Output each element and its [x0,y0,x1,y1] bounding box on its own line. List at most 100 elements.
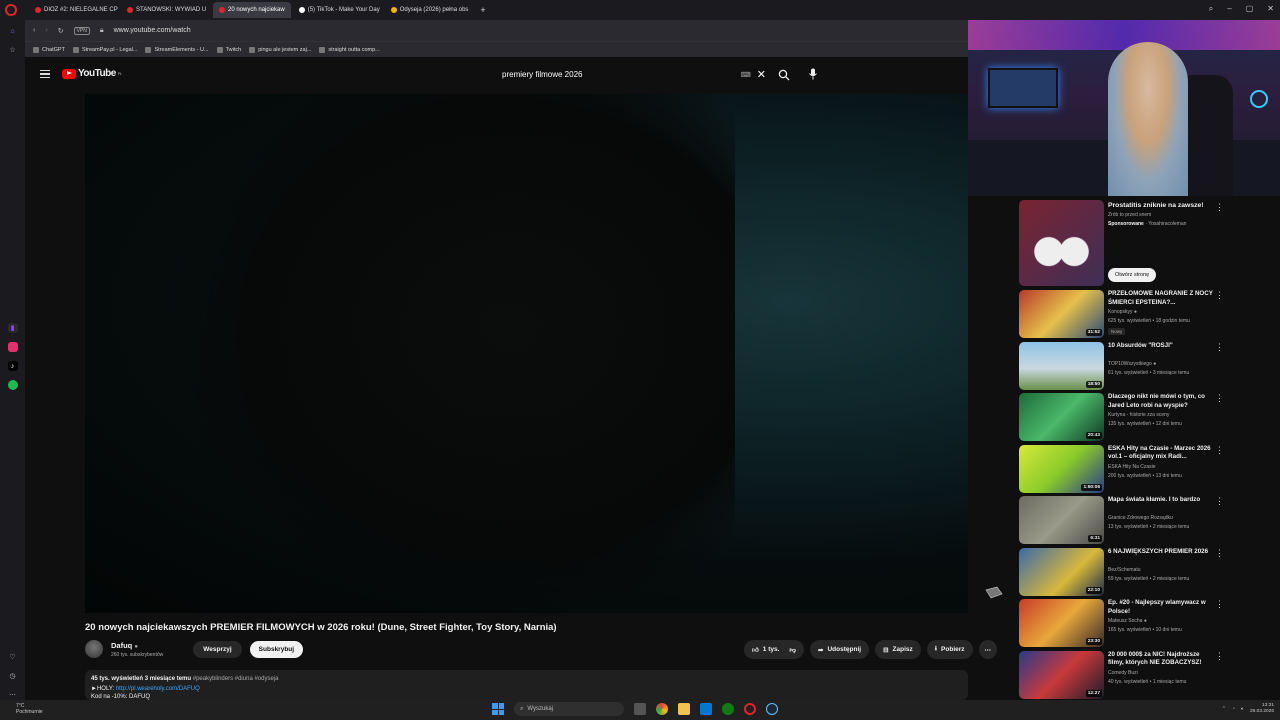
video-thumbnail[interactable]: 1:50:06 [1019,444,1104,493]
recommended-channel[interactable]: Kurtyna - historie zza sceny [1108,411,1182,420]
recommended-video[interactable]: 22:10 6 NAJWIĘKSZYCH PREMIER 2026 Bez/Sche… [1019,546,1229,598]
channel-avatar[interactable] [85,640,103,658]
recommended-title[interactable]: 10 Absurdów "ROSJI" [1108,342,1213,351]
recommended-title[interactable]: 20 000 000$ za NIC! Najdroższe filmy, kt… [1108,651,1213,668]
chrome-icon[interactable] [656,703,668,715]
taskbar-search[interactable]: ⌕ Wyszukaj [514,702,624,716]
history-icon[interactable]: ◷ [8,671,18,681]
video-more-icon[interactable]: ⋮ [1215,393,1224,404]
video-thumbnail[interactable]: 6:31 [1019,496,1104,544]
browser-tab[interactable]: DIOZ #2: NIELEGALNE CP [29,2,119,18]
recommended-title[interactable]: ESKA Hity na Czasie - Marzec 2026 vol.1 … [1108,445,1213,462]
store-icon[interactable] [700,703,712,715]
save-button[interactable]: ⊟ Zapisz [875,640,921,659]
video-thumbnail[interactable]: 31:52 [1019,290,1104,338]
video-more-icon[interactable]: ⋮ [1215,342,1224,353]
browser-tab[interactable]: (5) TikTok - Make Your Day [293,2,383,18]
instagram-icon[interactable] [7,342,18,352]
support-button[interactable]: Wesprzyj [193,640,242,658]
recommended-channel[interactable]: Konopskyy ● [1108,308,1190,317]
subscribe-button[interactable]: Subskrybuj [249,640,304,658]
recommended-video[interactable]: 23:30 Ep. #20 - Najlepszy wlamywacz w Pol… [1019,597,1229,649]
close-window-button[interactable]: ✕ [1267,4,1274,14]
recommended-video[interactable]: 1:50:06 ESKA Hity na Czasie - Marzec 2026… [1019,443,1229,495]
minimize-button[interactable]: – [1227,4,1231,14]
ad-thumbnail[interactable] [1019,200,1104,286]
tiktok-icon[interactable]: ♪ [7,361,18,371]
recommended-title[interactable]: 6 NAJWIĘKSZYCH PREMIER 2026 [1108,548,1213,557]
recommended-channel[interactable]: Granice Zdrowego Rozsądku [1108,514,1189,523]
reload-icon[interactable]: ↻ [58,27,64,35]
video-more-icon[interactable]: ⋮ [1215,651,1224,662]
bookmark-item[interactable]: ChatGPT [33,46,65,53]
vpn-badge[interactable]: VPN [73,26,90,35]
keyboard-icon[interactable]: ⌨ [741,71,751,79]
recommended-video[interactable]: 12:27 20 000 000$ za NIC! Najdroższe film… [1019,649,1229,701]
like-button[interactable]: 👍︎ 1 tys. [752,646,779,654]
recommended-channel[interactable]: Comedy Buzi [1108,669,1186,678]
file-explorer-icon[interactable] [678,703,690,715]
sponsored-ad[interactable]: Prostatitis zniknie na zawsze! Zrób to p… [1019,200,1229,288]
recommended-channel[interactable]: Bez/Schematu [1108,566,1189,575]
home-icon[interactable]: ⌂ [8,26,18,36]
bookmark-item[interactable]: straight outta comp... [319,46,380,53]
video-thumbnail[interactable]: 12:27 [1019,650,1104,699]
channel-name[interactable]: Dafuq ● [111,641,163,650]
bookmark-item[interactable]: pingu ale jestem zaj... [249,46,311,53]
search-box[interactable]: premiery filmowe 2026 ⌨ ✕ [495,65,792,84]
browser-tab[interactable]: STANOWSKI: WYWIAD U [121,2,211,18]
back-icon[interactable]: ‹ [33,27,35,34]
recommended-video[interactable]: 31:52 PRZEŁOMOWE NAGRANIE Z NOCY ŚMIERCI … [1019,288,1229,340]
search-icon[interactable] [776,67,792,83]
spotify-icon[interactable] [7,380,18,390]
ad-more-icon[interactable]: ⋮ [1215,202,1224,213]
menu-icon[interactable] [40,70,50,80]
hashtags[interactable]: #peakyblinders #diuna #odyseja [193,676,279,682]
browser-tab[interactable]: Odyseja (2026) pełna obs [385,2,475,18]
recommended-video[interactable]: 6:31 Mapa świata kłamie. I to bardzo Grani… [1019,494,1229,546]
recommended-video[interactable]: 18:50 10 Absurdów "ROSJI" TOP10Wszystkiego… [1019,340,1229,392]
search-input[interactable]: premiery filmowe 2026 [495,70,741,79]
bookmark-item[interactable]: Twitch [216,46,241,53]
mic-icon[interactable] [805,66,821,82]
recommended-title[interactable]: Ep. #20 - Najlepszy wlamywacz w Polsce! [1108,599,1213,616]
dislike-button[interactable]: 👎︎ [789,646,796,654]
url-field[interactable]: www.youtube.com/watch [114,27,191,34]
more-icon[interactable]: ⋯ [8,690,18,700]
bookmark-item[interactable]: StreamElements - U... [145,46,209,53]
video-thumbnail[interactable]: 22:10 [1019,547,1104,596]
more-actions-button[interactable]: ⋯ [978,640,998,659]
task-view-icon[interactable] [634,703,646,715]
recommended-title[interactable]: Mapa świata kłamie. I to bardzo [1108,496,1213,505]
video-more-icon[interactable]: ⋮ [1215,445,1224,456]
browser-tab[interactable]: 20 nowych najciekaw [213,2,291,18]
clock[interactable]: 13:31 26.03.2026 [1250,703,1274,715]
youtube-logo[interactable]: YouTube PL [62,68,122,79]
recommended-channel[interactable]: Mateusz Socha ● [1108,617,1182,626]
video-thumbnail[interactable]: 18:50 [1019,341,1104,390]
video-thumbnail[interactable]: 23:30 [1019,599,1104,647]
open-site-button[interactable]: Otwórz stronę [1108,268,1157,282]
recommended-channel[interactable]: TOP10Wszystkiego ● [1108,360,1189,369]
search-tabs-icon[interactable]: ⌕ [1209,4,1213,14]
description-box[interactable]: 45 tys. wyświetleń 3 miesiące temu #peak… [85,670,968,700]
opera-icon[interactable] [744,703,756,715]
video-more-icon[interactable]: ⋮ [1215,496,1224,507]
video-more-icon[interactable]: ⋮ [1215,599,1224,610]
windows-start-icon[interactable] [492,703,504,715]
video-more-icon[interactable]: ⋮ [1215,548,1224,559]
forward-icon[interactable]: › [45,27,47,34]
volume-icon[interactable]: 🔈︎ [1241,706,1244,712]
recommended-title[interactable]: PRZEŁOMOWE NAGRANIE Z NOCY ŚMIERCI EPSTE… [1108,290,1213,307]
recommended-video[interactable]: 20:43 Dlaczego nikt nie mówi o tym, co Ja… [1019,391,1229,443]
steam-icon[interactable] [766,703,778,715]
heart-icon[interactable]: ♡ [8,652,18,662]
recommended-title[interactable]: Dlaczego nikt nie mówi o tym, co Jared L… [1108,393,1213,410]
video-more-icon[interactable]: ⋮ [1215,290,1224,301]
twitch-icon[interactable]: ▮ [7,323,18,333]
wifi-icon[interactable]: ◔ [1232,706,1235,712]
share-button[interactable]: ➦ Udostępnij [810,640,870,659]
new-tab-button[interactable]: + [480,5,485,15]
tray-up-icon[interactable]: ⌃ [1222,706,1226,712]
video-player[interactable] [85,94,968,613]
